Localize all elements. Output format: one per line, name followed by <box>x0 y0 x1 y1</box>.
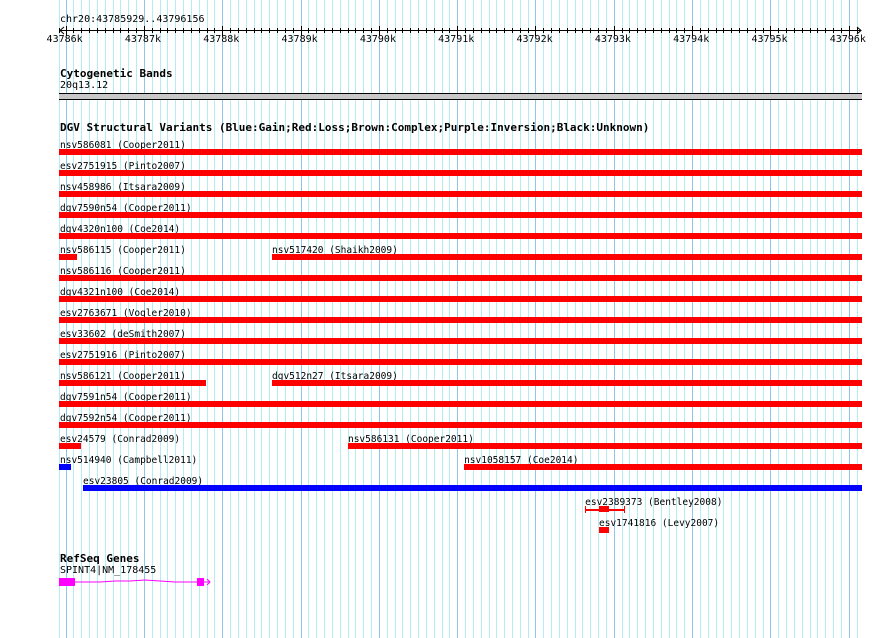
variant-bar[interactable] <box>59 422 862 428</box>
variant-bar[interactable] <box>599 527 610 533</box>
refseq-track-title: RefSeq Genes <box>60 552 140 565</box>
exon-1 <box>59 578 75 586</box>
strand-arrow-icon <box>204 578 211 586</box>
variant-end-cap <box>624 506 626 513</box>
variant-bar[interactable] <box>59 317 862 323</box>
variant-bar[interactable] <box>347 443 862 449</box>
variant-bar[interactable] <box>464 464 862 470</box>
variant-bar[interactable] <box>272 380 862 386</box>
variant-bar[interactable] <box>59 149 862 155</box>
variant-bar[interactable] <box>59 380 206 386</box>
variant-bar[interactable] <box>59 401 862 407</box>
variant-bar[interactable] <box>59 443 81 449</box>
dgv-features: nsv586081 (Cooper2011) esv2751915 (Pinto2… <box>0 0 890 638</box>
variant-bar[interactable] <box>272 254 862 260</box>
variant-bar[interactable] <box>59 212 862 218</box>
variant-bar[interactable] <box>59 233 862 239</box>
variant-bar[interactable] <box>59 170 862 176</box>
variant-bar[interactable] <box>59 254 77 260</box>
intron-line <box>75 579 197 583</box>
variant-label[interactable]: nsv586115 (Cooper2011) <box>60 245 186 256</box>
variant-bar[interactable] <box>59 275 862 281</box>
variant-bar[interactable] <box>59 464 71 470</box>
variant-bar[interactable] <box>59 191 862 197</box>
variant-bar[interactable] <box>59 296 862 302</box>
exon-2 <box>197 578 204 586</box>
variant-bar[interactable] <box>83 485 862 491</box>
variant-end-cap <box>585 506 587 513</box>
gene-model-spint4[interactable] <box>0 570 240 594</box>
variant-label[interactable]: esv1741816 (Levy2007) <box>599 518 719 529</box>
variant-bar[interactable] <box>599 506 610 512</box>
variant-bar[interactable] <box>59 338 862 344</box>
variant-label[interactable]: nsv514940 (Campbell2011) <box>60 455 197 466</box>
variant-bar[interactable] <box>59 359 862 365</box>
